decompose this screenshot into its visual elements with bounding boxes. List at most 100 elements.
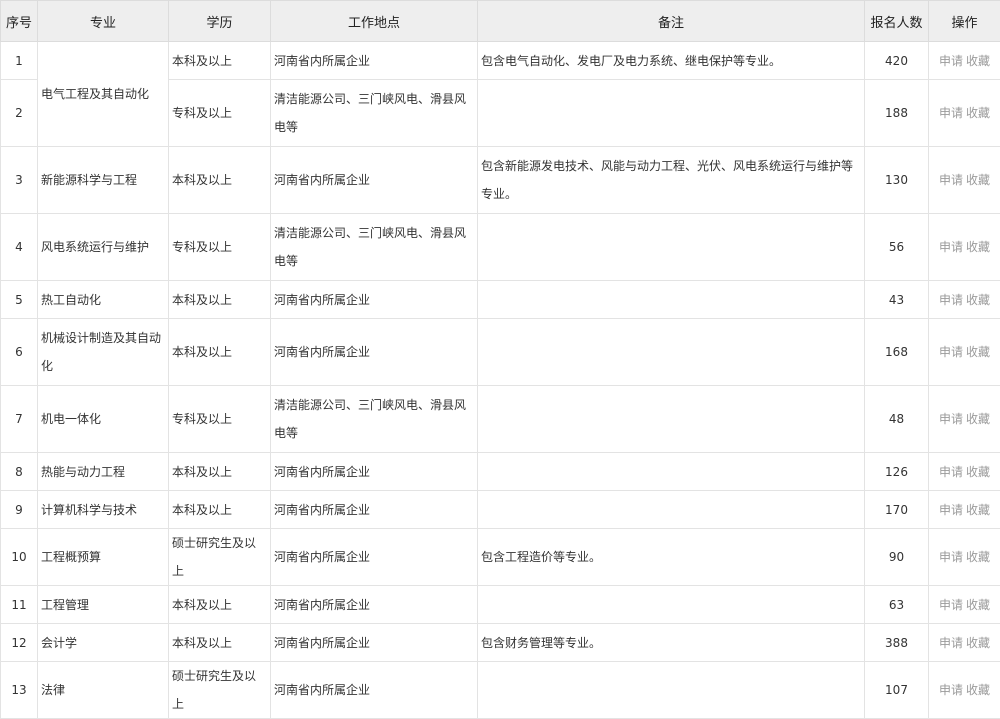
row-actions: 申请收藏 bbox=[929, 214, 1000, 281]
row-applicants: 188 bbox=[865, 80, 929, 147]
apply-link[interactable]: 申请 bbox=[939, 293, 963, 307]
apply-link[interactable]: 申请 bbox=[939, 345, 963, 359]
favorite-link[interactable]: 收藏 bbox=[966, 54, 990, 68]
row-index: 4 bbox=[1, 214, 38, 281]
row-applicants: 168 bbox=[865, 319, 929, 386]
row-location: 河南省内所属企业 bbox=[271, 624, 478, 662]
row-remark bbox=[478, 491, 865, 529]
row-location: 清洁能源公司、三门峡风电、滑县风电等 bbox=[271, 80, 478, 147]
row-major: 风电系统运行与维护 bbox=[38, 214, 169, 281]
table-body: 1 电气工程及其自动化 本科及以上 河南省内所属企业 包含电气自动化、发电厂及电… bbox=[1, 42, 1000, 719]
favorite-link[interactable]: 收藏 bbox=[966, 683, 990, 697]
row-applicants: 48 bbox=[865, 386, 929, 453]
favorite-link[interactable]: 收藏 bbox=[966, 173, 990, 187]
header-actions: 操作 bbox=[929, 1, 1000, 42]
row-major: 工程概预算 bbox=[38, 529, 169, 586]
header-remark: 备注 bbox=[478, 1, 865, 42]
recruitment-table: 序号 专业 学历 工作地点 备注 报名人数 操作 1 电气工程及其自动化 本科及… bbox=[0, 0, 1000, 719]
row-location: 清洁能源公司、三门峡风电、滑县风电等 bbox=[271, 214, 478, 281]
table-row: 9 计算机科学与技术 本科及以上 河南省内所属企业 170 申请收藏 bbox=[1, 491, 1000, 529]
row-education: 专科及以上 bbox=[169, 214, 271, 281]
row-index: 10 bbox=[1, 529, 38, 586]
table-row: 7 机电一体化 专科及以上 清洁能源公司、三门峡风电、滑县风电等 48 申请收藏 bbox=[1, 386, 1000, 453]
row-remark bbox=[478, 214, 865, 281]
apply-link[interactable]: 申请 bbox=[939, 636, 963, 650]
favorite-link[interactable]: 收藏 bbox=[966, 345, 990, 359]
table-row: 1 电气工程及其自动化 本科及以上 河南省内所属企业 包含电气自动化、发电厂及电… bbox=[1, 42, 1000, 80]
header-location: 工作地点 bbox=[271, 1, 478, 42]
row-major: 新能源科学与工程 bbox=[38, 147, 169, 214]
row-applicants: 56 bbox=[865, 214, 929, 281]
favorite-link[interactable]: 收藏 bbox=[966, 240, 990, 254]
apply-link[interactable]: 申请 bbox=[939, 550, 963, 564]
row-education: 本科及以上 bbox=[169, 491, 271, 529]
row-remark: 包含财务管理等专业。 bbox=[478, 624, 865, 662]
apply-link[interactable]: 申请 bbox=[939, 598, 963, 612]
table-row: 6 机械设计制造及其自动化 本科及以上 河南省内所属企业 168 申请收藏 bbox=[1, 319, 1000, 386]
row-education: 本科及以上 bbox=[169, 147, 271, 214]
row-location: 河南省内所属企业 bbox=[271, 586, 478, 624]
table-row: 3 新能源科学与工程 本科及以上 河南省内所属企业 包含新能源发电技术、风能与动… bbox=[1, 147, 1000, 214]
row-education: 本科及以上 bbox=[169, 319, 271, 386]
table-header: 序号 专业 学历 工作地点 备注 报名人数 操作 bbox=[1, 1, 1000, 42]
row-actions: 申请收藏 bbox=[929, 281, 1000, 319]
apply-link[interactable]: 申请 bbox=[939, 106, 963, 120]
row-remark bbox=[478, 281, 865, 319]
row-major: 工程管理 bbox=[38, 586, 169, 624]
row-actions: 申请收藏 bbox=[929, 386, 1000, 453]
header-index: 序号 bbox=[1, 1, 38, 42]
row-actions: 申请收藏 bbox=[929, 80, 1000, 147]
row-major: 热能与动力工程 bbox=[38, 453, 169, 491]
header-applicants: 报名人数 bbox=[865, 1, 929, 42]
row-education: 硕士研究生及以上 bbox=[169, 529, 271, 586]
apply-link[interactable]: 申请 bbox=[939, 503, 963, 517]
table-row: 12 会计学 本科及以上 河南省内所属企业 包含财务管理等专业。 388 申请收… bbox=[1, 624, 1000, 662]
row-education: 本科及以上 bbox=[169, 586, 271, 624]
row-applicants: 90 bbox=[865, 529, 929, 586]
row-actions: 申请收藏 bbox=[929, 624, 1000, 662]
row-remark bbox=[478, 80, 865, 147]
apply-link[interactable]: 申请 bbox=[939, 54, 963, 68]
row-remark: 包含电气自动化、发电厂及电力系统、继电保护等专业。 bbox=[478, 42, 865, 80]
favorite-link[interactable]: 收藏 bbox=[966, 412, 990, 426]
row-location: 河南省内所属企业 bbox=[271, 281, 478, 319]
apply-link[interactable]: 申请 bbox=[939, 173, 963, 187]
row-applicants: 126 bbox=[865, 453, 929, 491]
row-remark bbox=[478, 386, 865, 453]
favorite-link[interactable]: 收藏 bbox=[966, 293, 990, 307]
row-index: 6 bbox=[1, 319, 38, 386]
row-applicants: 43 bbox=[865, 281, 929, 319]
table-row: 11 工程管理 本科及以上 河南省内所属企业 63 申请收藏 bbox=[1, 586, 1000, 624]
favorite-link[interactable]: 收藏 bbox=[966, 465, 990, 479]
row-index: 11 bbox=[1, 586, 38, 624]
row-location: 河南省内所属企业 bbox=[271, 453, 478, 491]
apply-link[interactable]: 申请 bbox=[939, 683, 963, 697]
row-index: 2 bbox=[1, 80, 38, 147]
row-education: 本科及以上 bbox=[169, 281, 271, 319]
favorite-link[interactable]: 收藏 bbox=[966, 636, 990, 650]
row-index: 5 bbox=[1, 281, 38, 319]
favorite-link[interactable]: 收藏 bbox=[966, 598, 990, 612]
row-education: 本科及以上 bbox=[169, 624, 271, 662]
row-major: 计算机科学与技术 bbox=[38, 491, 169, 529]
row-index: 8 bbox=[1, 453, 38, 491]
row-index: 7 bbox=[1, 386, 38, 453]
row-actions: 申请收藏 bbox=[929, 662, 1000, 719]
row-location: 河南省内所属企业 bbox=[271, 529, 478, 586]
row-major: 法律 bbox=[38, 662, 169, 719]
favorite-link[interactable]: 收藏 bbox=[966, 503, 990, 517]
favorite-link[interactable]: 收藏 bbox=[966, 550, 990, 564]
table-row: 10 工程概预算 硕士研究生及以上 河南省内所属企业 包含工程造价等专业。 90… bbox=[1, 529, 1000, 586]
row-actions: 申请收藏 bbox=[929, 42, 1000, 80]
row-index: 1 bbox=[1, 42, 38, 80]
row-actions: 申请收藏 bbox=[929, 529, 1000, 586]
row-remark bbox=[478, 453, 865, 491]
row-remark bbox=[478, 662, 865, 719]
favorite-link[interactable]: 收藏 bbox=[966, 106, 990, 120]
apply-link[interactable]: 申请 bbox=[939, 465, 963, 479]
row-location: 河南省内所属企业 bbox=[271, 662, 478, 719]
apply-link[interactable]: 申请 bbox=[939, 240, 963, 254]
row-location: 河南省内所属企业 bbox=[271, 491, 478, 529]
row-education: 本科及以上 bbox=[169, 42, 271, 80]
apply-link[interactable]: 申请 bbox=[939, 412, 963, 426]
